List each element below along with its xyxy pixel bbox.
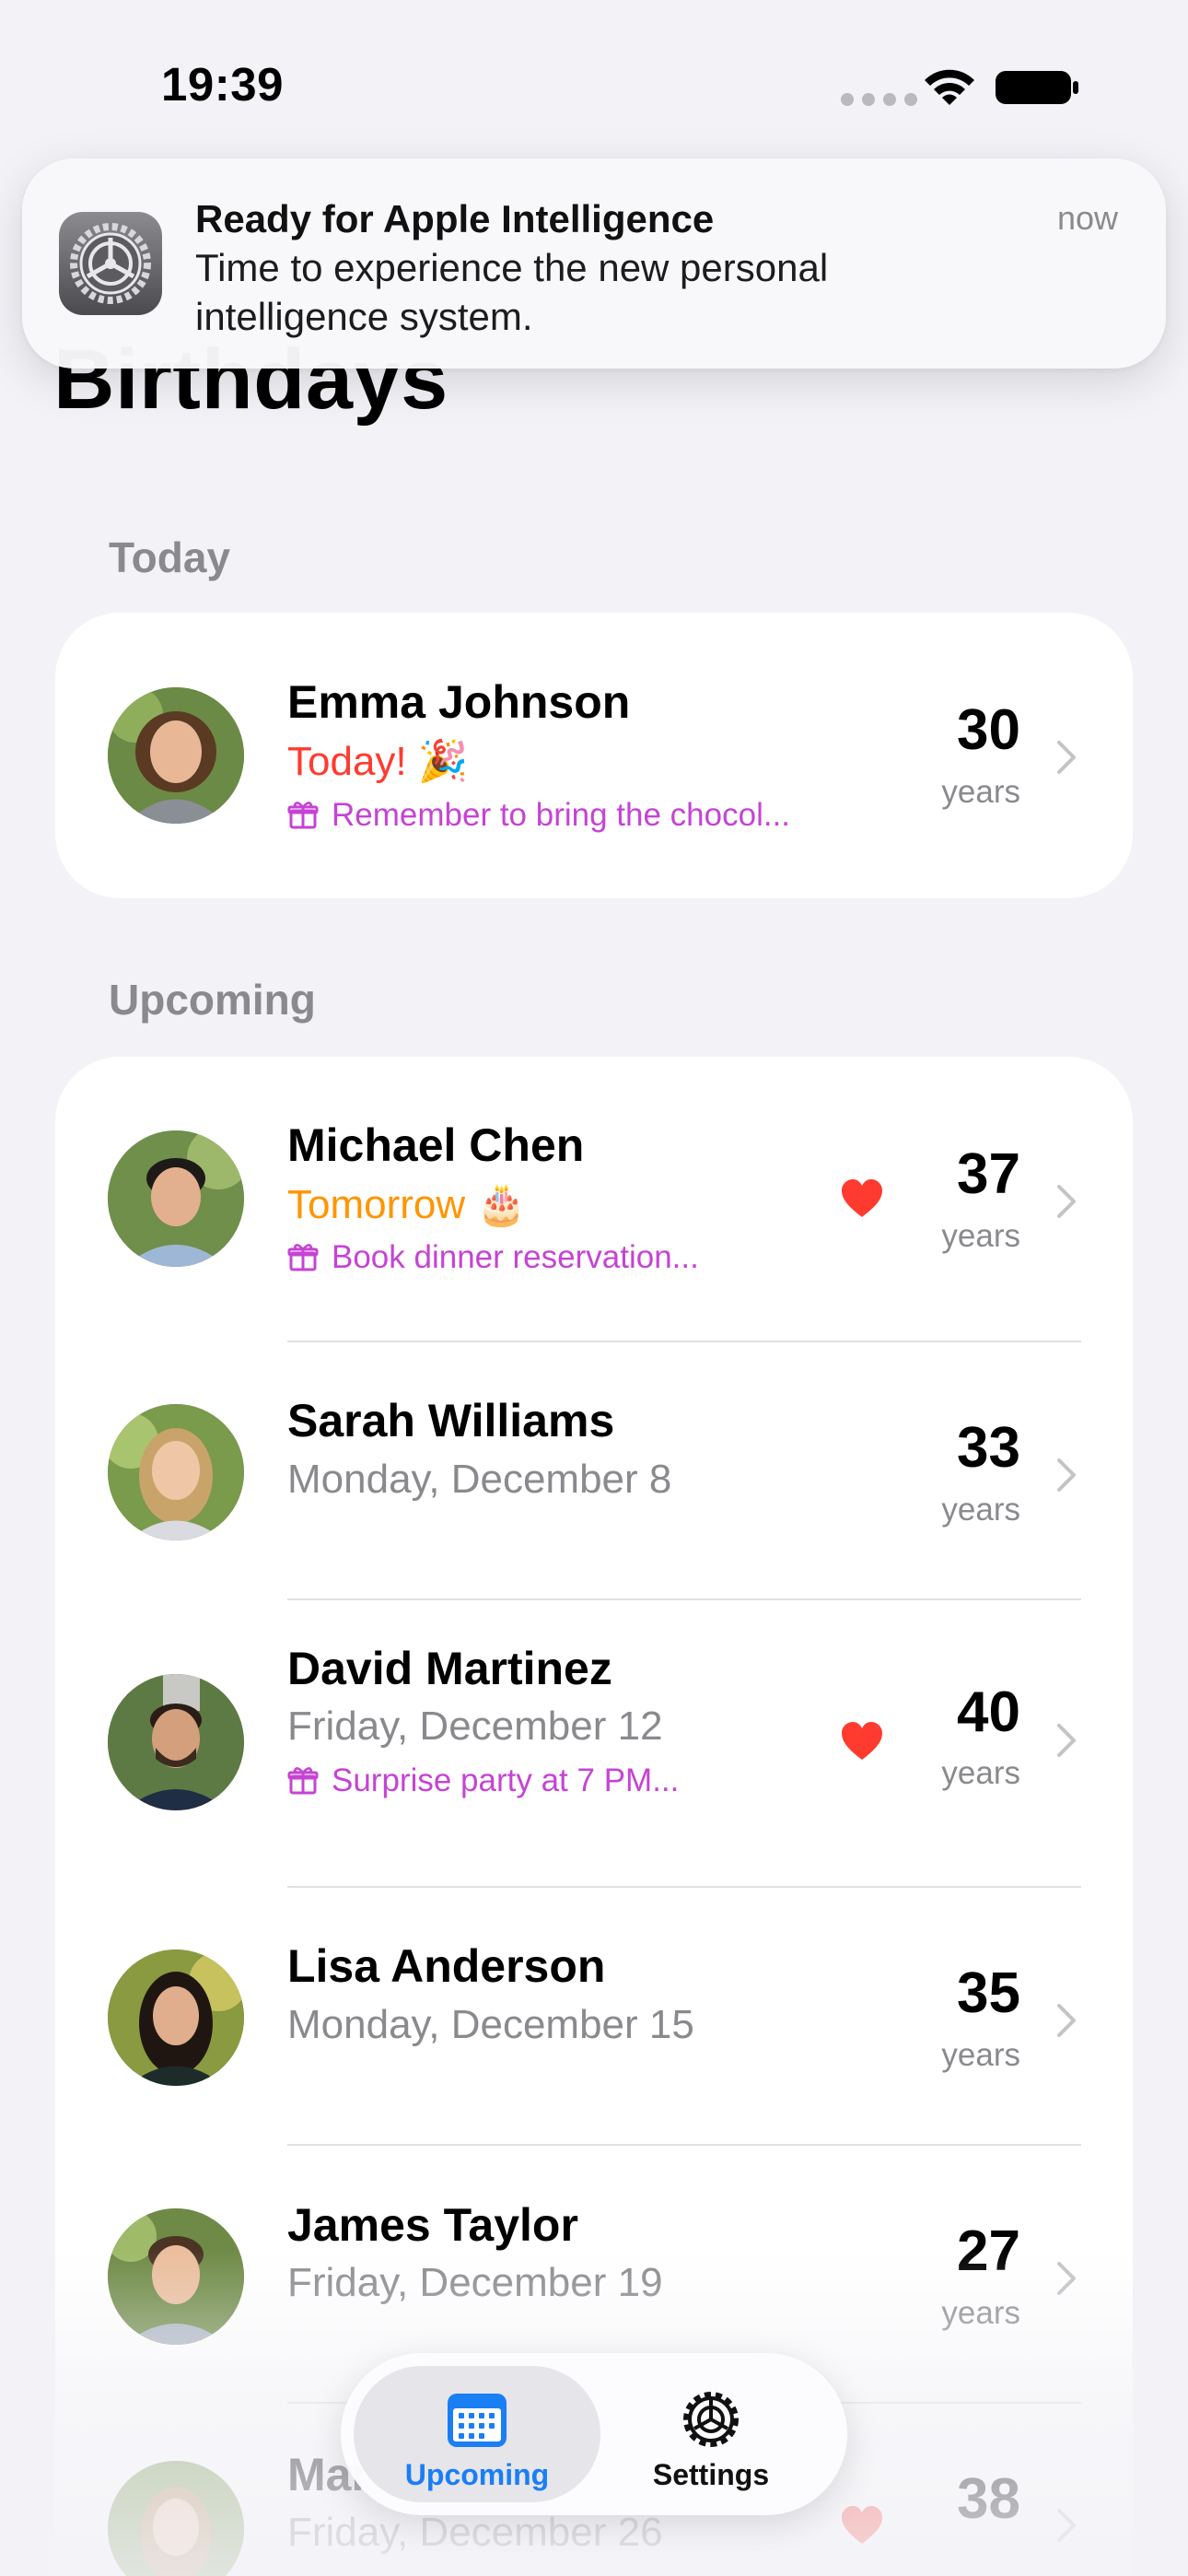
- section-header-upcoming: Upcoming: [109, 976, 316, 1024]
- avatar: [108, 1130, 244, 1267]
- birthday-row-sarah-williams[interactable]: Sarah Williams Monday, December 8 33 yea…: [55, 1342, 1133, 1600]
- upcoming-card: Michael Chen Tomorrow 🎂 Book dinner rese…: [55, 1057, 1133, 2576]
- notification-body: Time to experience the new personal inte…: [195, 246, 829, 338]
- cellular-signal-icon: [841, 93, 917, 106]
- favorite-heart-icon: [842, 1722, 882, 1760]
- avatar: [108, 1674, 244, 1810]
- contact-name: Sarah Williams: [287, 1395, 615, 1446]
- age-number: 40: [957, 1680, 1020, 1744]
- birthday-note: Surprise party at 7 PM...: [287, 1762, 679, 1799]
- avatar: [108, 1950, 244, 2086]
- birthday-row-michael-chen[interactable]: Michael Chen Tomorrow 🎂 Book dinner rese…: [55, 1057, 1133, 1342]
- age-number: 37: [957, 1142, 1020, 1206]
- contact-name: James Taylor: [287, 2199, 578, 2251]
- tab-upcoming-label: Upcoming: [404, 2458, 550, 2491]
- chevron-right-icon: [1057, 1185, 1076, 1218]
- settings-gear-icon: [59, 212, 162, 315]
- avatar: [108, 1404, 244, 1540]
- age-unit: years: [941, 2295, 1020, 2331]
- birthday-note-text: Book dinner reservation...: [332, 1239, 699, 1275]
- age-number: 38: [957, 2467, 1020, 2531]
- tab-bar: Upcoming Settings: [341, 2353, 847, 2515]
- tab-settings-label: Settings: [652, 2458, 770, 2491]
- gift-icon: [287, 1244, 319, 1271]
- gift-icon: [287, 802, 319, 829]
- chevron-right-icon: [1057, 1724, 1076, 1757]
- notification-banner[interactable]: Ready for Apple Intelligence Time to exp…: [22, 158, 1166, 369]
- notification-title: Ready for Apple Intelligence: [195, 197, 715, 240]
- favorite-heart-icon: [842, 2506, 882, 2544]
- gift-icon: [287, 1767, 319, 1795]
- age-number: 30: [957, 698, 1020, 762]
- birthday-row-emma-johnson[interactable]: Emma Johnson Today! 🎉 Remember to bring …: [55, 613, 1133, 898]
- status-time: 19:39: [161, 58, 284, 111]
- birthday-row-lisa-anderson[interactable]: Lisa Anderson Monday, December 15 35 yea…: [55, 1888, 1133, 2146]
- birthday-note-text: Remember to bring the chocol...: [332, 797, 791, 833]
- birthday-note: Remember to bring the chocol...: [287, 797, 790, 834]
- birthday-date: Tomorrow 🎂: [287, 1182, 528, 1227]
- birthday-date: Today! 🎉: [287, 739, 469, 784]
- birthday-date: Monday, December 15: [287, 2002, 694, 2047]
- birthday-date: Friday, December 12: [287, 1704, 663, 1749]
- today-card: Emma Johnson Today! 🎉 Remember to bring …: [55, 613, 1133, 898]
- avatar: [108, 2461, 244, 2576]
- chevron-right-icon: [1057, 2004, 1076, 2037]
- birthday-date: Friday, December 19: [287, 2260, 663, 2305]
- gear-icon: [683, 2392, 739, 2447]
- age-unit: years: [941, 1755, 1020, 1791]
- age-unit: years: [941, 774, 1020, 810]
- chevron-right-icon: [1057, 2509, 1076, 2542]
- section-header-today: Today: [109, 533, 231, 581]
- tab-upcoming[interactable]: Upcoming: [354, 2366, 600, 2502]
- age-unit: years: [941, 1218, 1020, 1254]
- contact-name: Emma Johnson: [287, 676, 631, 728]
- notification-time: now: [1056, 199, 1118, 237]
- age-number: 33: [957, 1416, 1020, 1480]
- contact-name: Lisa Anderson: [287, 1940, 606, 1992]
- tab-settings[interactable]: Settings: [588, 2366, 834, 2502]
- birthday-date: Monday, December 8: [287, 1457, 672, 1502]
- contact-name: David Martinez: [287, 1643, 612, 1694]
- age-unit: years: [941, 2037, 1020, 2073]
- contact-name: Michael Chen: [287, 1119, 585, 1171]
- avatar: [108, 2208, 244, 2345]
- birthday-row-david-martinez[interactable]: David Martinez Friday, December 12 Surpr…: [55, 1600, 1133, 1888]
- birthday-note-text: Surprise party at 7 PM...: [332, 1762, 680, 1798]
- status-bar: 19:39: [0, 0, 1188, 175]
- wifi-icon: [925, 69, 974, 105]
- chevron-right-icon: [1057, 1458, 1076, 1492]
- age-unit: years: [941, 1492, 1020, 1528]
- chevron-right-icon: [1057, 741, 1076, 774]
- battery-icon: [996, 71, 1078, 104]
- birthday-date: Friday, December 26: [287, 2510, 663, 2555]
- birthday-note: Book dinner reservation...: [287, 1239, 699, 1276]
- avatar: [108, 687, 244, 824]
- age-number: 35: [957, 1961, 1020, 2025]
- age-number: 27: [957, 2219, 1020, 2283]
- calendar-icon: [448, 2394, 507, 2447]
- favorite-heart-icon: [842, 1179, 882, 1217]
- chevron-right-icon: [1057, 2262, 1076, 2295]
